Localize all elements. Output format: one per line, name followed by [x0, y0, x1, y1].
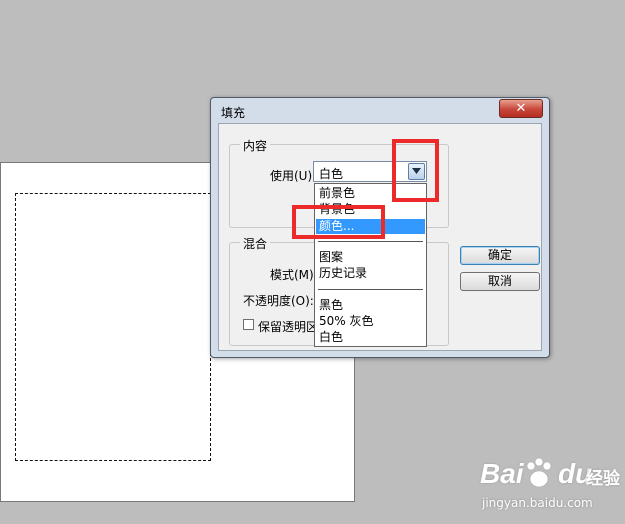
marquee-selection: [15, 193, 211, 461]
cancel-button[interactable]: 取消: [460, 272, 540, 291]
ok-button[interactable]: 确定: [460, 246, 540, 265]
option-white[interactable]: 白色: [316, 330, 425, 345]
option-history[interactable]: 历史记录: [316, 266, 425, 281]
content-group-label: 内容: [240, 137, 271, 154]
dialog-title: 填充: [221, 106, 246, 120]
opacity-label: 不透明度(O):: [243, 294, 314, 308]
close-button[interactable]: ✕: [499, 99, 543, 118]
option-black[interactable]: 黑色: [316, 298, 425, 313]
watermark-brand-cn: 经验: [586, 469, 620, 489]
preserve-transparency-label: 保留透明区: [258, 320, 319, 334]
blend-group-label: 混合: [240, 235, 271, 252]
option-50-gray[interactable]: 50% 灰色: [316, 314, 425, 329]
option-separator: [318, 241, 423, 242]
annotation-box-color-option: [292, 205, 385, 239]
paw-icon: [526, 457, 552, 488]
watermark-url: jingyan.baidu.com: [482, 496, 593, 510]
annotation-box-dropdown-arrow: [392, 139, 439, 202]
close-icon: ✕: [515, 101, 527, 116]
option-pattern[interactable]: 图案: [316, 250, 425, 265]
dialog-titlebar[interactable]: 填充 ✕: [211, 98, 549, 124]
option-separator: [318, 289, 423, 290]
baidu-watermark: Bai du 经验 jingyan.baidu.com: [478, 452, 623, 522]
watermark-brand-left: Bai: [480, 458, 524, 489]
use-select-value: 白色: [319, 167, 344, 181]
preserve-transparency-checkbox[interactable]: [243, 319, 254, 330]
use-label: 使用(U):: [270, 169, 317, 183]
mode-label: 模式(M):: [270, 268, 318, 282]
